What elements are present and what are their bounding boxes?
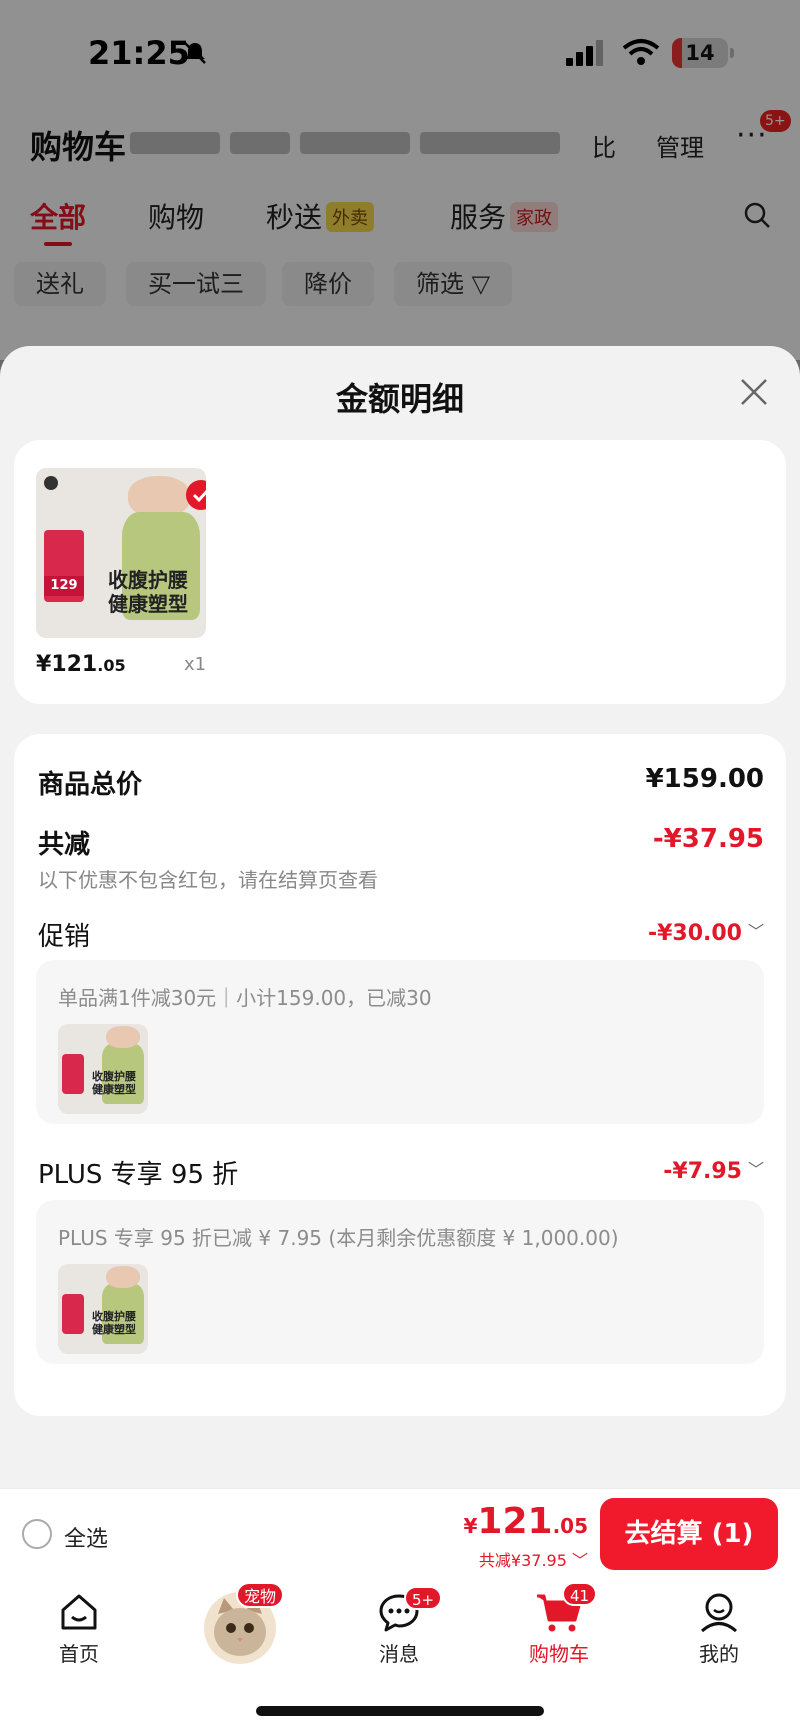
filter-trial[interactable]: 买一试三 [126, 262, 266, 306]
checkout-discount-link[interactable]: 共减¥37.95 ﹀ [479, 1547, 588, 1571]
tab-label: 秒送 [266, 201, 323, 234]
filter-gift[interactable]: 送礼 [14, 262, 106, 306]
sheet-title: 金额明细 [335, 380, 464, 418]
bottom-tabbar: 首页 宠物 消息 5+ 购物车 41 我的 [0, 1578, 800, 1735]
discount-value: -¥37.95 [652, 824, 764, 854]
tab-express[interactable]: 秒送 外卖 [266, 196, 375, 236]
status-time: 21:25 [88, 34, 190, 72]
total-price-label: 商品总价 [38, 770, 143, 800]
plus-description: PLUS 专享 95 折已减 ¥ 7.95 (本月剩余优惠额度 ¥ 1,000.… [58, 1226, 619, 1250]
promo-product-thumb[interactable]: 收腹护腰 健康塑型 [58, 1024, 148, 1114]
cart-tabs: 全部 购物 秒送 外卖 服务 家政 [30, 196, 790, 246]
tab-label: 服务 [450, 201, 507, 234]
product-price: ¥121.05 [36, 652, 126, 677]
home-indicator [256, 1706, 544, 1716]
chevron-down-icon: ﹀ [566, 1551, 588, 1570]
plus-detail: PLUS 专享 95 折已减 ¥ 7.95 (本月剩余优惠额度 ¥ 1,000.… [36, 1200, 764, 1364]
redacted-address [420, 132, 560, 154]
message-badge: 5+ [404, 1586, 443, 1610]
checkout-bar: 全选 ¥121.05 共减¥37.95 ﹀ 去结算 (1) [0, 1488, 800, 1578]
wifi-icon [622, 39, 660, 65]
slogan-line1: 收腹护腰 [108, 568, 188, 592]
product-image[interactable]: 129 收腹护腰 健康塑型 [36, 468, 206, 638]
promo-description: 单品满1件减30元｜小计159.00，已减30 [58, 986, 432, 1010]
plus-product-thumb[interactable]: 收腹护腰 健康塑型 [58, 1264, 148, 1354]
manage-button[interactable]: 管理 [656, 128, 704, 163]
chevron-down-icon: ﹀ [747, 922, 764, 941]
battery-indicator: 14 [672, 38, 734, 68]
tab-label: 我的 [699, 1642, 739, 1666]
card-price: 129 [44, 576, 84, 596]
tab-profile[interactable]: 我的 [664, 1590, 774, 1680]
tab-cart[interactable]: 购物车 [504, 1590, 614, 1680]
slogan-line1: 收腹护腰 [92, 1310, 136, 1323]
background-page: 21:25 14 购物车 比 管理 ··· 5+ 全部 购物 秒送 外卖 服务 … [0, 0, 800, 360]
status-bar: 21:25 14 [0, 0, 800, 100]
tab-service[interactable]: 服务 家政 [450, 196, 559, 236]
promo-label: 促销 [38, 922, 91, 952]
price-detail-card: 商品总价 ¥159.00 共减 -¥37.95 以下优惠不包含红包，请在结算页查… [14, 734, 786, 1416]
close-icon[interactable] [736, 374, 772, 410]
filter-chips: 送礼 买一试三 降价 筛选 ▽ [14, 262, 794, 306]
promo-value[interactable]: -¥30.00 ﹀ [648, 918, 764, 946]
filter-label: 筛选 [416, 270, 464, 298]
filter-icon: ▽ [471, 270, 491, 298]
profile-icon [701, 1593, 737, 1633]
select-all-label: 全选 [64, 1527, 109, 1552]
tab-label: 购物车 [529, 1642, 589, 1666]
tab-shopping[interactable]: 购物 [148, 196, 204, 236]
mute-bell-icon [184, 42, 206, 64]
checkout-button[interactable]: 去结算 (1) [600, 1498, 778, 1570]
redacted-address [300, 132, 410, 154]
filter-sort[interactable]: 筛选 ▽ [394, 262, 513, 306]
amount-detail-sheet: 金额明细 129 收腹护腰 健康塑型 ¥121.05 x1 商品总价 ¥159.… [0, 346, 800, 1488]
housekeeping-chip: 家政 [510, 202, 559, 232]
tab-label: 消息 [379, 1642, 419, 1666]
filter-price-drop[interactable]: 降价 [282, 262, 374, 306]
product-card: 129 收腹护腰 健康塑型 ¥121.05 x1 [14, 440, 786, 704]
select-all-checkbox[interactable] [22, 1519, 52, 1549]
signal-icon [566, 40, 603, 66]
home-icon [61, 1594, 97, 1630]
slogan-line1: 收腹护腰 [92, 1070, 136, 1083]
tab-label: 首页 [59, 1642, 99, 1666]
more-badge: 5+ [760, 110, 791, 132]
tab-label: 全部 [30, 201, 87, 234]
battery-level: 14 [685, 41, 715, 65]
slogan-line2: 健康塑型 [108, 592, 188, 616]
takeout-chip: 外卖 [326, 202, 375, 232]
plus-label: PLUS 专享 95 折 [38, 1160, 239, 1190]
plus-value[interactable]: -¥7.95 ﹀ [663, 1156, 764, 1184]
tab-home[interactable]: 首页 [24, 1590, 134, 1680]
promo-detail: 单品满1件减30元｜小计159.00，已减30 收腹护腰 健康塑型 [36, 960, 764, 1124]
tab-all[interactable]: 全部 [30, 196, 87, 246]
discount-label: 共减 [38, 830, 91, 860]
checkout-total: ¥121.05 [463, 1501, 588, 1542]
chevron-down-icon: ﹀ [747, 1160, 764, 1179]
slogan-line2: 健康塑型 [92, 1323, 136, 1337]
redacted-address [230, 132, 290, 154]
search-icon[interactable] [742, 200, 772, 230]
selected-check-icon[interactable] [186, 480, 206, 510]
slogan-line2: 健康塑型 [92, 1083, 136, 1097]
redacted-address [130, 132, 220, 154]
cart-title: 购物车 [30, 128, 127, 166]
total-price-value: ¥159.00 [645, 764, 764, 794]
product-quantity: x1 [184, 654, 207, 675]
compare-button[interactable]: 比 [592, 128, 616, 163]
cart-badge: 41 [562, 1582, 598, 1606]
discount-note: 以下优惠不包含红包，请在结算页查看 [38, 868, 378, 892]
cart-header: 购物车 比 管理 ··· 5+ [30, 110, 791, 168]
tab-label: 购物 [148, 201, 205, 234]
pet-badge: 宠物 [236, 1582, 285, 1608]
